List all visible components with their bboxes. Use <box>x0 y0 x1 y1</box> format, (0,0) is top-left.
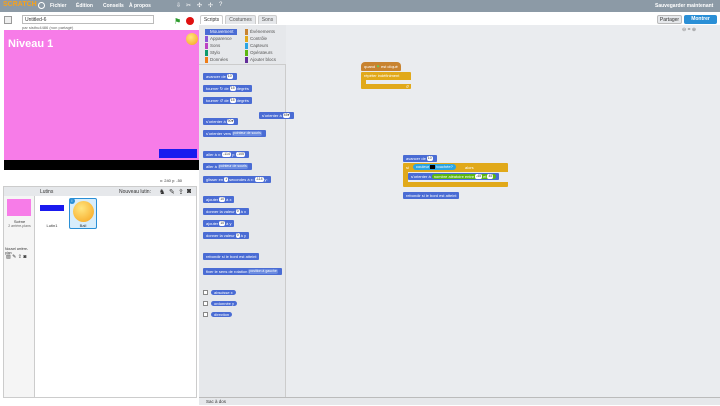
scene-backdrops-count: 2 arrière-plans <box>8 224 31 228</box>
sprites-label: Lutins <box>40 189 54 195</box>
help-icon[interactable]: ? <box>219 2 222 8</box>
backdrop-tools: ▨ ✎ ⇪ ◙ <box>6 254 26 260</box>
block-bounce[interactable]: rebondir si le bord est atteint <box>203 253 260 260</box>
block-turn-left[interactable]: tourner ↺ de 15 degrés <box>203 97 252 104</box>
stage-bottom-bar <box>4 160 200 170</box>
block-move[interactable]: avancer de 10 <box>403 155 437 162</box>
tab-costumes[interactable]: Costumes <box>225 15 256 24</box>
sprite-name: Ball <box>79 223 87 228</box>
block-forever[interactable]: répéter indéfiniment ↺ <box>361 72 411 89</box>
top-menu-bar: SCRATCH Fichier Édition Conseils À propo… <box>0 0 720 12</box>
category-more-blocks[interactable]: Ajouter blocs <box>245 57 276 63</box>
block-goto-xy[interactable]: aller à x: -114 y: -105 <box>203 151 250 158</box>
camera-sprite-icon[interactable]: ◙ <box>187 188 191 195</box>
category-motion[interactable]: Mouvement <box>205 29 237 35</box>
block-bounce[interactable]: rebondir si le bord est atteint <box>403 192 460 199</box>
scene-column: Scène 2 arrière-plans Nouvel arrière-pla… <box>4 196 35 397</box>
upload-sprite-icon[interactable]: ⇪ <box>178 188 184 196</box>
choose-sprite-icon[interactable]: ♞ <box>159 188 165 196</box>
paddle-sprite[interactable] <box>159 149 197 158</box>
block-change-x[interactable]: ajouter 10 à x <box>203 196 235 203</box>
loop-arrow-icon: ↺ <box>405 84 409 89</box>
block-glide[interactable]: glisser en 1 secondes à x: -114 y: <box>203 176 271 183</box>
sprite-name: Lutin1 <box>46 223 58 228</box>
paint-sprite-icon[interactable]: ✎ <box>169 188 175 196</box>
paint-backdrop-icon[interactable]: ✎ <box>12 254 16 260</box>
shrink-icon[interactable]: ✢ <box>208 2 213 9</box>
see-project-page-button[interactable]: Montrer <box>684 15 717 24</box>
choose-backdrop-icon[interactable]: ▨ <box>6 254 11 260</box>
stop-icon[interactable] <box>186 17 194 25</box>
language-globe-icon[interactable] <box>38 2 45 9</box>
category-sensing[interactable]: Capteurs <box>245 43 268 49</box>
scratch-logo[interactable]: SCRATCH <box>3 1 37 11</box>
sprite-tile-lutin1[interactable]: Lutin1 <box>38 199 66 229</box>
block-rotation-style[interactable]: fixer le sens de rotation position à gauc… <box>203 268 282 275</box>
info-icon[interactable]: i <box>69 198 75 204</box>
menu-file[interactable]: Fichier <box>50 3 66 9</box>
category-selector: Mouvement Apparence Sons Stylo Données É… <box>199 25 286 65</box>
upload-backdrop-icon[interactable]: ⇪ <box>18 254 22 260</box>
block-point-direction[interactable]: s'orienter à 90▾ <box>203 118 239 125</box>
script-area[interactable]: ⊖ = ⊕ s'orienter à 45▾ quand ⚑ est cliqué… <box>259 25 720 398</box>
fullscreen-button[interactable] <box>4 16 12 24</box>
tab-sounds[interactable]: Sons <box>258 15 277 24</box>
category-sound[interactable]: Sons <box>205 43 220 49</box>
menu-edit[interactable]: Édition <box>76 3 93 9</box>
scene-thumbnail[interactable] <box>7 199 31 216</box>
reporter-direction[interactable]: direction <box>203 311 235 318</box>
green-flag-icon: ⚑ <box>376 64 380 69</box>
block-random[interactable]: nombre aléatoire entre -45 et 45 <box>431 174 497 180</box>
category-control[interactable]: Contrôle <box>245 36 267 42</box>
block-when-flag-clicked[interactable]: quand ⚑ est cliqué <box>361 62 401 71</box>
new-sprite-label: Nouveau lutin: <box>119 189 151 195</box>
stage[interactable]: Niveau 1 <box>4 30 200 170</box>
ball-sprite[interactable] <box>186 33 198 45</box>
category-pen[interactable]: Stylo <box>205 50 220 56</box>
category-events[interactable]: Événements <box>245 29 275 35</box>
share-button[interactable]: Partager <box>657 15 682 24</box>
sprite-tile-ball[interactable]: i Ball <box>69 198 97 229</box>
block-point-direction[interactable]: s'orienter à nombre aléatoire entre -45 et… <box>408 173 500 180</box>
sprites-pane: Lutins Nouveau lutin: ♞ ✎ ⇪ ◙ Scène 2 ar… <box>3 186 197 398</box>
block-set-y[interactable]: donner la valeur 0 à y <box>203 232 249 239</box>
sprite-thumbnail <box>73 201 94 222</box>
category-data[interactable]: Données <box>205 57 228 63</box>
green-flag-icon[interactable]: ⚑ <box>174 17 181 26</box>
block-change-y[interactable]: ajouter 10 à y <box>203 220 235 227</box>
duplicate-icon[interactable]: ⇩ <box>176 2 181 9</box>
block-touching-color[interactable]: couleur touchée? <box>413 164 456 170</box>
zoom-controls[interactable]: ⊖ = ⊕ <box>682 27 696 33</box>
backpack-bar[interactable]: Sac à dos <box>199 397 720 405</box>
checkbox[interactable] <box>203 301 208 306</box>
block-goto[interactable]: aller à pointeur de souris <box>203 163 252 170</box>
block-set-x[interactable]: donner la valeur 0 à x <box>203 208 249 215</box>
category-looks[interactable]: Apparence <box>205 36 232 42</box>
menu-tips[interactable]: Conseils <box>103 3 124 9</box>
stage-level-title: Niveau 1 <box>8 38 54 50</box>
checkbox[interactable] <box>203 290 208 295</box>
block-move[interactable]: avancer de 10 <box>203 73 237 80</box>
sprites-header: Lutins Nouveau lutin: ♞ ✎ ⇪ ◙ <box>4 187 196 196</box>
save-now-link[interactable]: Sauvegarder maintenant <box>655 3 713 9</box>
color-swatch[interactable] <box>430 164 436 169</box>
project-title-input[interactable]: Untitled-6 <box>22 15 154 24</box>
camera-backdrop-icon[interactable]: ◙ <box>23 254 26 260</box>
category-operators[interactable]: Opérateurs <box>245 50 273 56</box>
sprite-thumbnail <box>40 205 64 211</box>
delete-icon[interactable]: ✂ <box>186 2 191 9</box>
block-turn-right[interactable]: tourner ↻ de 15 degrés <box>203 85 252 92</box>
block-point-direction-dragged[interactable]: s'orienter à 45▾ <box>259 112 295 119</box>
checkbox[interactable] <box>203 312 208 317</box>
mouse-coords: x: 240 y: -50 <box>160 178 183 183</box>
tab-scripts[interactable]: Scripts <box>200 15 223 24</box>
menu-about[interactable]: À propos <box>129 3 151 9</box>
grow-icon[interactable]: ✣ <box>197 2 202 9</box>
reporter-x-position[interactable]: abscisse x <box>203 289 239 296</box>
block-palette: Mouvement Apparence Sons Stylo Données É… <box>199 25 286 398</box>
reporter-y-position[interactable]: ordonnée y <box>203 300 240 307</box>
block-point-towards[interactable]: s'orienter vers pointeur de souris <box>203 130 266 137</box>
